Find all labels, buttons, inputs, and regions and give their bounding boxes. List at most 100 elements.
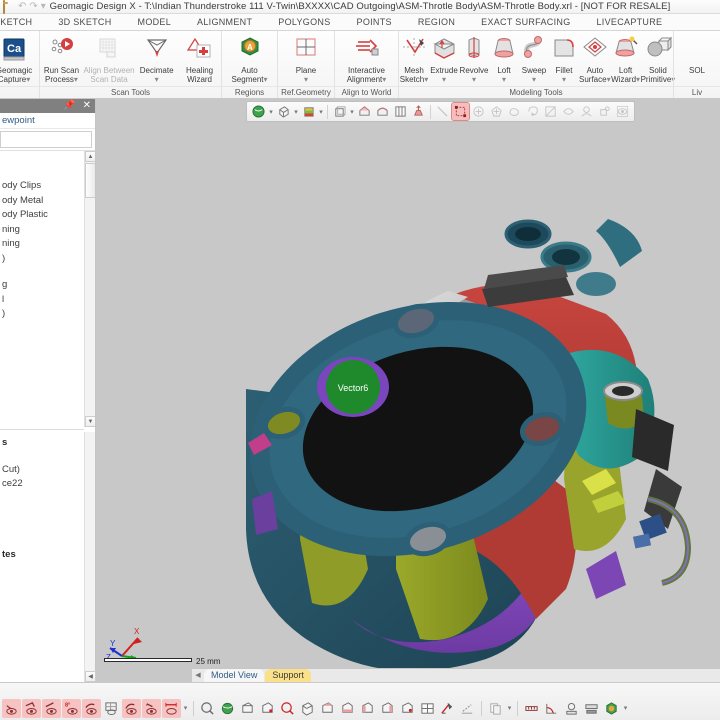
show-poly-edge-icon[interactable] bbox=[42, 698, 61, 718]
tree-scrollbar[interactable]: ▲ ▼ bbox=[84, 151, 95, 427]
left-view-icon[interactable] bbox=[358, 699, 377, 718]
rotate-view-icon[interactable] bbox=[218, 699, 237, 718]
tab-points[interactable]: POINTS bbox=[344, 17, 405, 27]
ribbon-button-decimate[interactable]: Decimate ▾ bbox=[135, 35, 178, 85]
zoom-window-icon[interactable] bbox=[278, 699, 297, 718]
angle-measure-icon[interactable] bbox=[542, 699, 561, 718]
section-measure-icon[interactable] bbox=[582, 699, 601, 718]
copy-view-dropdown[interactable]: ▾ bbox=[506, 704, 513, 712]
ribbon-button-solid-primitive[interactable]: Solid Primitive▾ bbox=[640, 35, 675, 85]
feature-tree[interactable]: s Cut) ce22 tes ◀ bbox=[0, 432, 96, 682]
zoom-fit-icon[interactable] bbox=[198, 699, 217, 718]
tab-3d-sketch[interactable]: 3D SKETCH bbox=[45, 17, 124, 27]
ribbon-button-loft[interactable]: Loft ▾ bbox=[489, 35, 519, 85]
pin-icon[interactable]: 📌 bbox=[63, 101, 75, 111]
ribbon-button-loft-wizard[interactable]: Loft Wizard▾ bbox=[611, 35, 641, 85]
tab-model[interactable]: MODEL bbox=[125, 17, 185, 27]
scrollbar-thumb[interactable] bbox=[85, 163, 95, 198]
loft-icon bbox=[489, 36, 519, 64]
tab-exact-surfacing[interactable]: EXACT SURFACING bbox=[468, 17, 583, 27]
tree-search-input[interactable] bbox=[0, 131, 92, 148]
feature-section-header[interactable]: tes bbox=[0, 548, 95, 563]
front-view-icon[interactable] bbox=[238, 699, 257, 718]
ribbon-button-extrude[interactable]: Extrude ▾ bbox=[429, 35, 459, 85]
copy-view-icon[interactable] bbox=[486, 699, 505, 718]
tree-node[interactable]: ) bbox=[0, 307, 95, 322]
point-measure-icon[interactable] bbox=[562, 699, 581, 718]
show-curvature-icon[interactable] bbox=[82, 698, 101, 718]
ribbon-button-fillet[interactable]: Fillet ▾ bbox=[549, 35, 579, 85]
iso-view-icon[interactable] bbox=[298, 699, 317, 718]
globe-view-icon[interactable] bbox=[602, 699, 621, 718]
show-point-cloud-icon[interactable] bbox=[2, 698, 21, 718]
show-dimension-icon[interactable] bbox=[162, 698, 181, 718]
ribbon-button-align-between-scan-data[interactable]: Align Between Scan Data bbox=[83, 35, 135, 85]
ribbon-label-line1: Sweep bbox=[521, 66, 547, 75]
measure-distance-icon[interactable] bbox=[458, 699, 477, 718]
scroll-down-icon[interactable]: ▼ bbox=[85, 416, 95, 427]
tab-alignment[interactable]: ALIGNMENT bbox=[184, 17, 265, 27]
measure-deviation-icon[interactable] bbox=[438, 699, 457, 718]
right-view-icon[interactable] bbox=[378, 699, 397, 718]
tree-node[interactable]: ody Plastic bbox=[0, 208, 95, 223]
mesh-sketch-icon bbox=[399, 36, 429, 64]
ribbon-button-interactive-alignment[interactable]: Interactive Alignment▾ bbox=[335, 35, 398, 85]
ribbon-label-line2: Primitive bbox=[640, 75, 672, 84]
ribbon-button-geomagic-capture[interactable]: Ca Geomagic Capture▾ bbox=[0, 35, 34, 85]
tree-node[interactable]: ning bbox=[0, 237, 95, 252]
rear-view-icon[interactable] bbox=[398, 699, 417, 718]
ribbon-button-sweep[interactable]: Sweep ▾ bbox=[519, 35, 549, 85]
four-view-icon[interactable] bbox=[418, 699, 437, 718]
bottom-view-icon[interactable] bbox=[338, 699, 357, 718]
ribbon-button-plane[interactable]: Plane ▾ bbox=[278, 35, 334, 85]
back-view-icon[interactable] bbox=[258, 699, 277, 718]
close-icon[interactable]: ✕ bbox=[83, 101, 91, 111]
show-mesh-icon[interactable] bbox=[22, 698, 41, 718]
ribbon-label-line1: Decimate bbox=[139, 66, 174, 75]
tree-node[interactable]: ody Clips bbox=[0, 179, 95, 194]
tab-livecapture[interactable]: LIVECAPTURE bbox=[584, 17, 676, 27]
measure-toolbar-dropdown[interactable]: ▾ bbox=[622, 704, 629, 712]
ribbon-label-line1: Extrude bbox=[430, 66, 458, 75]
feature-section-header[interactable]: s bbox=[0, 436, 95, 451]
tab-sketch[interactable]: SKETCH bbox=[0, 17, 45, 27]
healing-wizard-icon bbox=[185, 36, 215, 64]
display-toolbar-dropdown[interactable]: ▾ bbox=[182, 704, 189, 712]
tree-node[interactable]: ning bbox=[0, 223, 95, 238]
tab-polygons[interactable]: POLYGONS bbox=[265, 17, 343, 27]
ribbon-button-run-scan-process[interactable]: Run Scan Process▾ bbox=[40, 35, 83, 85]
ribbon-button-auto-surface[interactable]: Auto Surface▾ bbox=[579, 35, 611, 85]
tab-region[interactable]: REGION bbox=[405, 17, 468, 27]
lower-scroll-left-icon[interactable]: ◀ bbox=[85, 671, 96, 682]
tree-node[interactable]: ) bbox=[0, 252, 95, 267]
tree-node[interactable]: g bbox=[0, 278, 95, 293]
tree-node[interactable]: ody Metal bbox=[0, 194, 95, 209]
ribbon-group-label-modeling-tools: Modeling Tools bbox=[399, 86, 673, 98]
show-angle-icon[interactable]: 8° bbox=[62, 698, 81, 718]
show-grid-icon[interactable] bbox=[102, 699, 121, 718]
feature-item[interactable]: Cut) bbox=[0, 463, 95, 478]
fillet-icon bbox=[549, 36, 579, 64]
collapse-left-icon[interactable]: ◀ bbox=[192, 669, 204, 682]
scanned-model-render[interactable]: Vector6 bbox=[96, 99, 720, 682]
ribbon-button-revolve[interactable]: Revolve ▾ bbox=[459, 35, 489, 85]
tree-node[interactable]: l bbox=[0, 293, 95, 308]
ribbon-label-line1: Revolve bbox=[459, 66, 489, 75]
show-vector-icon[interactable] bbox=[142, 698, 161, 718]
ribbon-button-solidworks[interactable]: SOL bbox=[674, 35, 720, 76]
ribbon-button-mesh-sketch[interactable]: Mesh Sketch▾ bbox=[399, 35, 429, 85]
lower-tree-scrollbar[interactable]: ◀ bbox=[84, 432, 96, 682]
top-view-icon[interactable] bbox=[318, 699, 337, 718]
tab-model-view[interactable]: Model View bbox=[204, 669, 265, 682]
ribbon-button-healing-wizard[interactable]: Healing Wizard bbox=[178, 35, 221, 85]
model-tree[interactable]: ▲ ▼ ody Clips ody Metal ody Plastic ning… bbox=[0, 150, 95, 427]
ribbon-label-line2: Alignment bbox=[346, 75, 383, 84]
tab-support[interactable]: Support bbox=[265, 669, 311, 682]
ruler-icon[interactable] bbox=[522, 699, 541, 718]
ribbon-button-auto-segment[interactable]: A Auto Segment▾ bbox=[222, 35, 277, 85]
feature-item[interactable]: ce22 bbox=[0, 477, 95, 492]
show-sketch-icon[interactable] bbox=[122, 698, 141, 718]
3d-viewport[interactable]: ▾ ▾ ▾ ▾ Vector6 X Y 25 mm ◀ Model View S… bbox=[96, 99, 720, 682]
toolbar-separator bbox=[481, 700, 482, 716]
scroll-up-icon[interactable]: ▲ bbox=[85, 151, 95, 162]
